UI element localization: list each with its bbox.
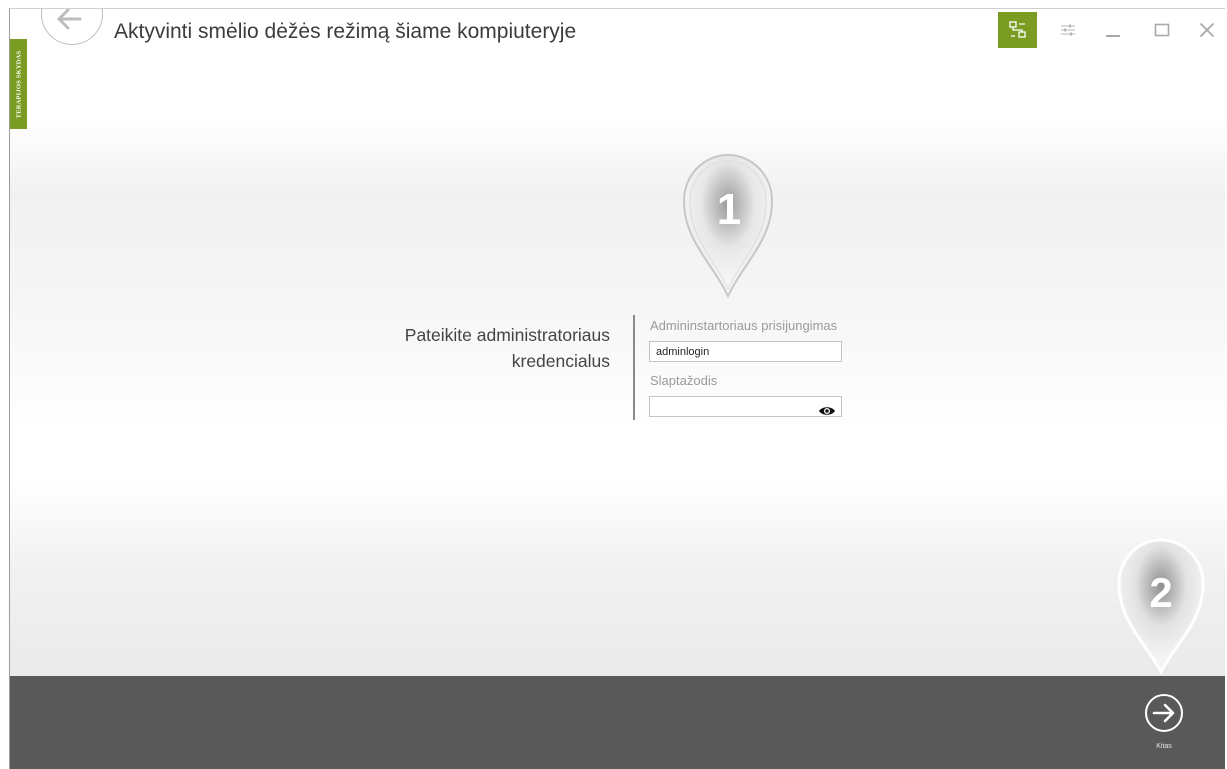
credentials-heading-line1: Pateikite administratoriaus (404, 325, 610, 345)
step-2-number: 2 (1149, 569, 1172, 616)
footer-bar (10, 676, 1225, 769)
left-edge (0, 0, 9, 769)
therapy-panel-tab[interactable]: TERAPIJOS SKYDAS (10, 39, 27, 129)
maximize-icon (1154, 23, 1170, 37)
password-input[interactable] (649, 396, 842, 417)
app-window: TERAPIJOS SKYDAS Aktyvinti smėlio dėžės … (9, 8, 1225, 769)
sliders-icon (1061, 24, 1075, 36)
network-button[interactable] (998, 12, 1037, 48)
next-button[interactable] (1145, 694, 1183, 732)
step-1-number: 1 (717, 185, 741, 234)
back-button[interactable] (41, 9, 103, 45)
admin-login-input[interactable] (649, 341, 842, 362)
form-divider (633, 315, 635, 420)
admin-login-label: Admininstartoriaus prisijungimas (650, 318, 838, 333)
network-computers-icon (1008, 21, 1026, 38)
minimize-icon (1106, 35, 1120, 37)
settings-button[interactable] (1050, 12, 1086, 48)
maximize-button[interactable] (1144, 12, 1180, 48)
therapy-panel-tab-label: TERAPIJOS SKYDAS (15, 50, 22, 118)
next-button-label: Kitas (1156, 743, 1172, 750)
arrow-left-icon (57, 9, 82, 30)
step-2-pin: 2 (1117, 538, 1205, 674)
arrow-right-icon (1152, 703, 1175, 723)
minimize-button[interactable] (1095, 12, 1131, 48)
credentials-heading-line2: kredencialus (511, 351, 610, 371)
eye-icon[interactable] (818, 405, 836, 417)
page-title: Aktyvinti smėlio dėžės režimą šiame komp… (114, 20, 577, 43)
close-button[interactable] (1189, 12, 1225, 48)
close-icon (1199, 22, 1215, 38)
credentials-heading: Pateikite administratoriaus kredencialus (332, 322, 610, 374)
password-label: Slaptažodis (650, 373, 718, 388)
step-1-pin: 1 (682, 153, 774, 299)
